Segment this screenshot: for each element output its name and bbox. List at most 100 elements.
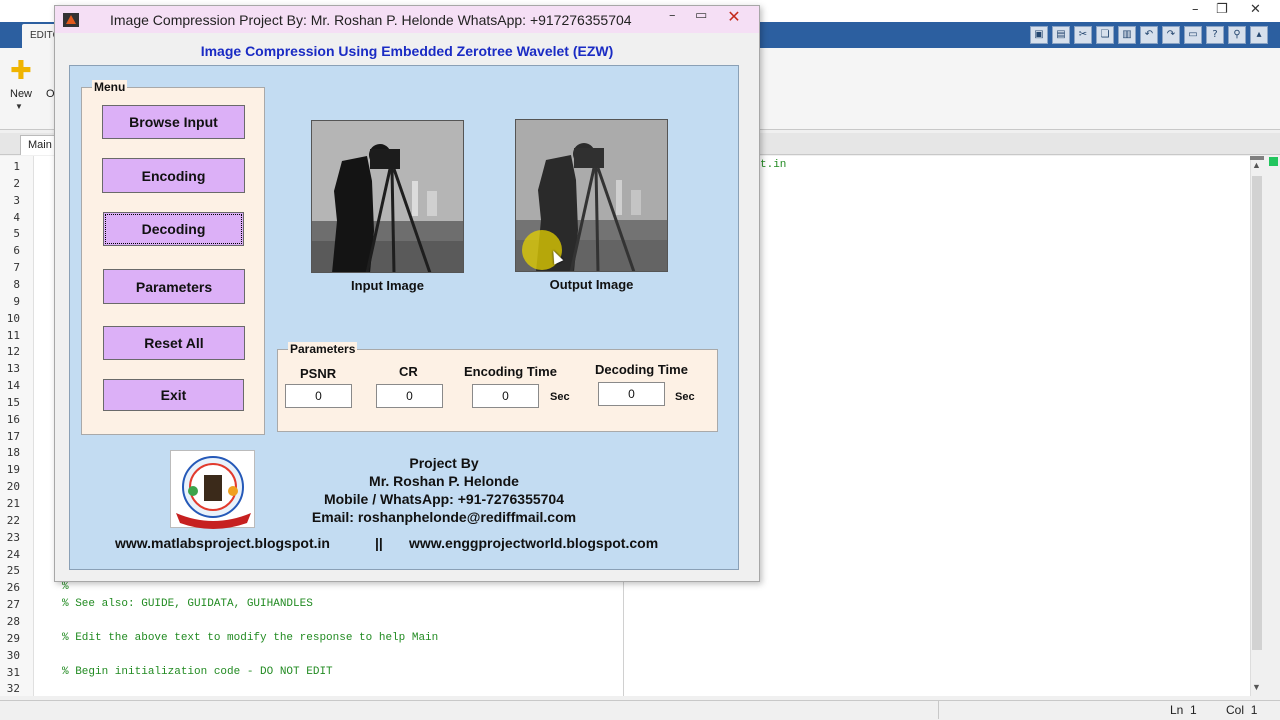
- line-number: 14: [6, 379, 20, 393]
- scrollbar-thumb[interactable]: [1252, 176, 1262, 650]
- psnr-label: PSNR: [300, 366, 337, 381]
- exit-button[interactable]: Exit: [103, 379, 244, 411]
- folder-icon[interactable]: ▣: [1030, 26, 1048, 44]
- redo-icon[interactable]: ↷: [1162, 26, 1180, 44]
- matlab-logo-icon: [63, 13, 79, 27]
- line-number: 5: [13, 227, 20, 241]
- status-column: Col 1: [1226, 703, 1258, 717]
- figure-title: Image Compression Project By: Mr. Roshan…: [110, 12, 632, 28]
- line-number: 28: [6, 614, 20, 628]
- line-number: 19: [6, 463, 20, 477]
- new-file-icon[interactable]: ✚: [10, 56, 32, 86]
- line-number: 23: [6, 530, 20, 544]
- cut-icon[interactable]: ✂: [1074, 26, 1092, 44]
- status-line: Ln 1: [1170, 703, 1197, 717]
- line-number: 30: [6, 648, 20, 662]
- menu-panel: Menu Browse Input Encoding Decoding Para…: [81, 80, 265, 435]
- quick-access-toolbar: ▣ ▤ ✂ ❏ ▥ ↶ ↷ ▭ ? ⚲ ▴: [1030, 26, 1268, 44]
- psnr-field[interactable]: [285, 384, 352, 408]
- line-number: 17: [6, 429, 20, 443]
- parameters-button[interactable]: Parameters: [103, 269, 245, 304]
- matlab-close-icon[interactable]: ✕: [1250, 2, 1261, 17]
- matlab-minimize-icon[interactable]: –: [1192, 2, 1199, 17]
- footer-link-matlabsproject[interactable]: www.matlabsproject.blogspot.in: [115, 535, 330, 551]
- line-number: 4: [13, 210, 20, 224]
- parameters-panel: Parameters PSNR CR Encoding Time Sec Dec…: [277, 342, 718, 432]
- encoding-button[interactable]: Encoding: [102, 158, 245, 193]
- line-number: 16: [6, 412, 20, 426]
- line-number: 15: [6, 395, 20, 409]
- editor-split-divider: [623, 580, 624, 696]
- new-dropdown-icon[interactable]: ▼: [15, 102, 23, 111]
- line-number: 6: [13, 244, 20, 258]
- line-number: 11: [6, 328, 20, 342]
- line-number: 20: [6, 480, 20, 494]
- scroll-up-icon[interactable]: ▲: [1252, 160, 1261, 170]
- line-number: 7: [13, 261, 20, 275]
- line-number: 1: [13, 160, 20, 173]
- line-number: 25: [6, 564, 20, 578]
- paste-icon[interactable]: ▥: [1118, 26, 1136, 44]
- line-number: 31: [6, 665, 20, 679]
- credit-author-name: Mr. Roshan P. Helonde: [369, 473, 519, 489]
- line-number: 24: [6, 547, 20, 561]
- line-number: 27: [6, 598, 20, 612]
- browse-input-button[interactable]: Browse Input: [102, 105, 245, 139]
- credit-email: Email: roshanphelonde@rediffmail.com: [311, 509, 577, 525]
- line-number: 21: [6, 497, 20, 510]
- line-number: 9: [13, 294, 20, 308]
- line-number: 3: [13, 193, 20, 207]
- code-analyzer-ok-icon: [1269, 157, 1278, 166]
- line-number: 32: [6, 682, 20, 696]
- credit-project-by: Project By: [409, 455, 479, 471]
- figure-window: Image Compression Project By: Mr. Roshan…: [54, 5, 760, 582]
- code-line: %: [62, 581, 69, 594]
- cr-label: CR: [399, 364, 418, 379]
- line-number: 8: [13, 277, 20, 291]
- figure-title-bar[interactable]: Image Compression Project By: Mr. Roshan…: [55, 6, 759, 33]
- scroll-down-icon[interactable]: ▼: [1252, 682, 1261, 692]
- save-icon[interactable]: ▤: [1052, 26, 1070, 44]
- help-icon[interactable]: ?: [1206, 26, 1224, 44]
- code-line: % See also: GUIDE, GUIDATA, GUIHANDLES: [62, 598, 313, 611]
- footer-link-enggprojectworld[interactable]: www.enggprojectworld.blogspot.com: [409, 535, 658, 551]
- code-line: % Begin initialization code - DO NOT EDI…: [62, 665, 333, 678]
- undo-icon[interactable]: ↶: [1140, 26, 1158, 44]
- decoding-time-unit: Sec: [675, 391, 695, 403]
- decoding-button[interactable]: Decoding: [103, 212, 244, 246]
- author-logo: [170, 450, 255, 529]
- code-line: % Edit the above text to modify the resp…: [62, 631, 439, 644]
- search-docs-icon[interactable]: ⚲: [1228, 26, 1246, 44]
- input-image-caption: Input Image: [351, 278, 424, 293]
- switch-windows-icon[interactable]: ▭: [1184, 26, 1202, 44]
- copy-icon[interactable]: ❏: [1096, 26, 1114, 44]
- code-fragment: t.in: [760, 159, 787, 171]
- figure-minimize-icon[interactable]: –: [669, 8, 676, 23]
- line-number: 29: [6, 631, 20, 645]
- figure-header: Image Compression Using Embedded Zerotre…: [62, 33, 752, 65]
- matlab-maximize-icon[interactable]: ❐: [1216, 2, 1228, 17]
- line-number: 12: [6, 345, 20, 359]
- figure-close-icon[interactable]: ✕: [713, 7, 755, 27]
- cr-field[interactable]: [376, 384, 443, 408]
- input-image: [311, 120, 464, 273]
- parameters-title: Parameters: [288, 342, 358, 356]
- encoding-time-field[interactable]: [472, 384, 539, 408]
- line-number: 26: [6, 581, 20, 595]
- reset-all-button[interactable]: Reset All: [103, 326, 245, 360]
- line-number: 13: [6, 362, 20, 376]
- encoding-time-label: Encoding Time: [464, 364, 557, 379]
- decoding-time-field[interactable]: [598, 382, 665, 406]
- decoding-time-label: Decoding Time: [595, 362, 688, 377]
- line-number: 22: [6, 513, 20, 527]
- line-number: 18: [6, 446, 20, 460]
- credit-phone: Mobile / WhatsApp: +91-7276355704: [323, 491, 565, 507]
- footer-separator: ||: [375, 535, 383, 551]
- encoding-time-unit: Sec: [550, 391, 570, 403]
- new-button-label[interactable]: New: [10, 88, 32, 100]
- line-number: 10: [6, 311, 20, 325]
- collapse-ribbon-icon[interactable]: ▴: [1250, 26, 1268, 44]
- figure-maximize-icon[interactable]: ▭: [695, 8, 707, 23]
- output-image-caption: Output Image: [549, 277, 634, 292]
- menu-title: Menu: [92, 80, 128, 94]
